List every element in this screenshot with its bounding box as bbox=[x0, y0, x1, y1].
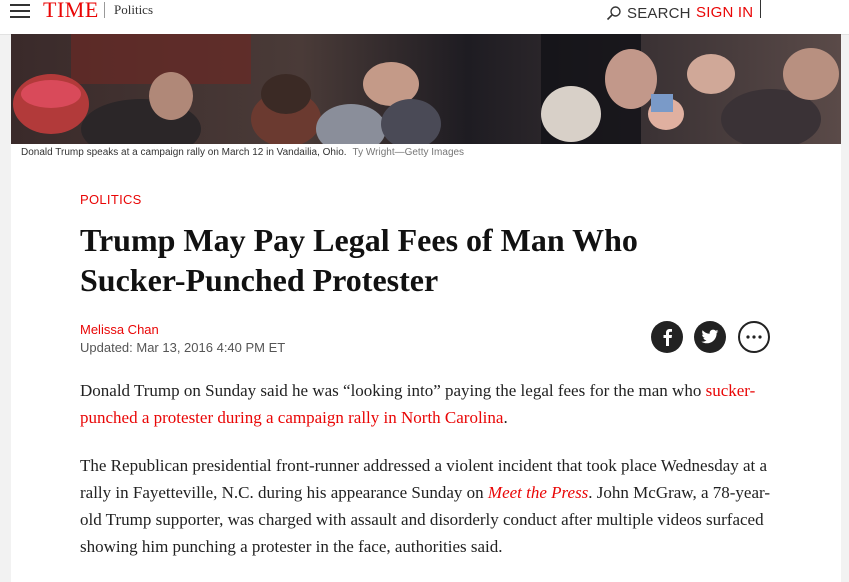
headline-line-1: Trump May Pay Legal Fees of Man Who bbox=[80, 222, 638, 258]
author-link[interactable]: Melissa Chan bbox=[80, 322, 159, 337]
share-facebook-button[interactable] bbox=[651, 321, 683, 353]
article-kicker[interactable]: POLITICS bbox=[80, 192, 142, 207]
caption-text: Donald Trump speaks at a campaign rally … bbox=[21, 147, 347, 158]
search-icon bbox=[606, 6, 621, 21]
menu-icon[interactable] bbox=[10, 4, 30, 18]
section-link-politics[interactable]: Politics bbox=[114, 2, 153, 18]
article-paragraph-1: Donald Trump on Sunday said he was “look… bbox=[80, 377, 780, 431]
time-logo[interactable]: TIME bbox=[43, 0, 99, 23]
sign-in-link[interactable]: SIGN IN bbox=[696, 3, 753, 23]
updated-timestamp: Updated: Mar 13, 2016 4:40 PM ET bbox=[80, 340, 286, 355]
meet-the-press-link[interactable]: Meet the Press bbox=[488, 483, 588, 502]
rally-photo bbox=[11, 34, 841, 144]
article-paragraph-2: The Republican presidential front-runner… bbox=[80, 452, 780, 560]
caption-bar: Donald Trump speaks at a campaign rally … bbox=[11, 144, 841, 164]
p1-text-start: Donald Trump on Sunday said he was “look… bbox=[80, 381, 706, 400]
hero-image bbox=[11, 34, 841, 144]
image-caption: Donald Trump speaks at a campaign rally … bbox=[21, 147, 464, 159]
photo-credit: Ty Wright—Getty Images bbox=[352, 147, 465, 158]
search-button[interactable]: SEARCH bbox=[606, 3, 691, 23]
article-card: POLITICS Trump May Pay Legal Fees of Man… bbox=[11, 164, 841, 582]
more-dots-icon bbox=[746, 335, 762, 339]
headline-line-2: Sucker-Punched Protester bbox=[80, 262, 439, 298]
facebook-icon bbox=[663, 329, 672, 346]
header-divider bbox=[760, 0, 761, 18]
share-more-button[interactable] bbox=[738, 321, 770, 353]
section-divider bbox=[104, 2, 105, 18]
p1-text-end: . bbox=[503, 408, 508, 427]
search-label: SEARCH bbox=[627, 4, 691, 22]
top-nav-bar: TIME Politics SEARCH SIGN IN bbox=[0, 0, 849, 35]
article-headline: Trump May Pay Legal Fees of Man Who Sucke… bbox=[80, 220, 760, 300]
twitter-bird-icon bbox=[701, 329, 719, 344]
share-twitter-button[interactable] bbox=[694, 321, 726, 353]
